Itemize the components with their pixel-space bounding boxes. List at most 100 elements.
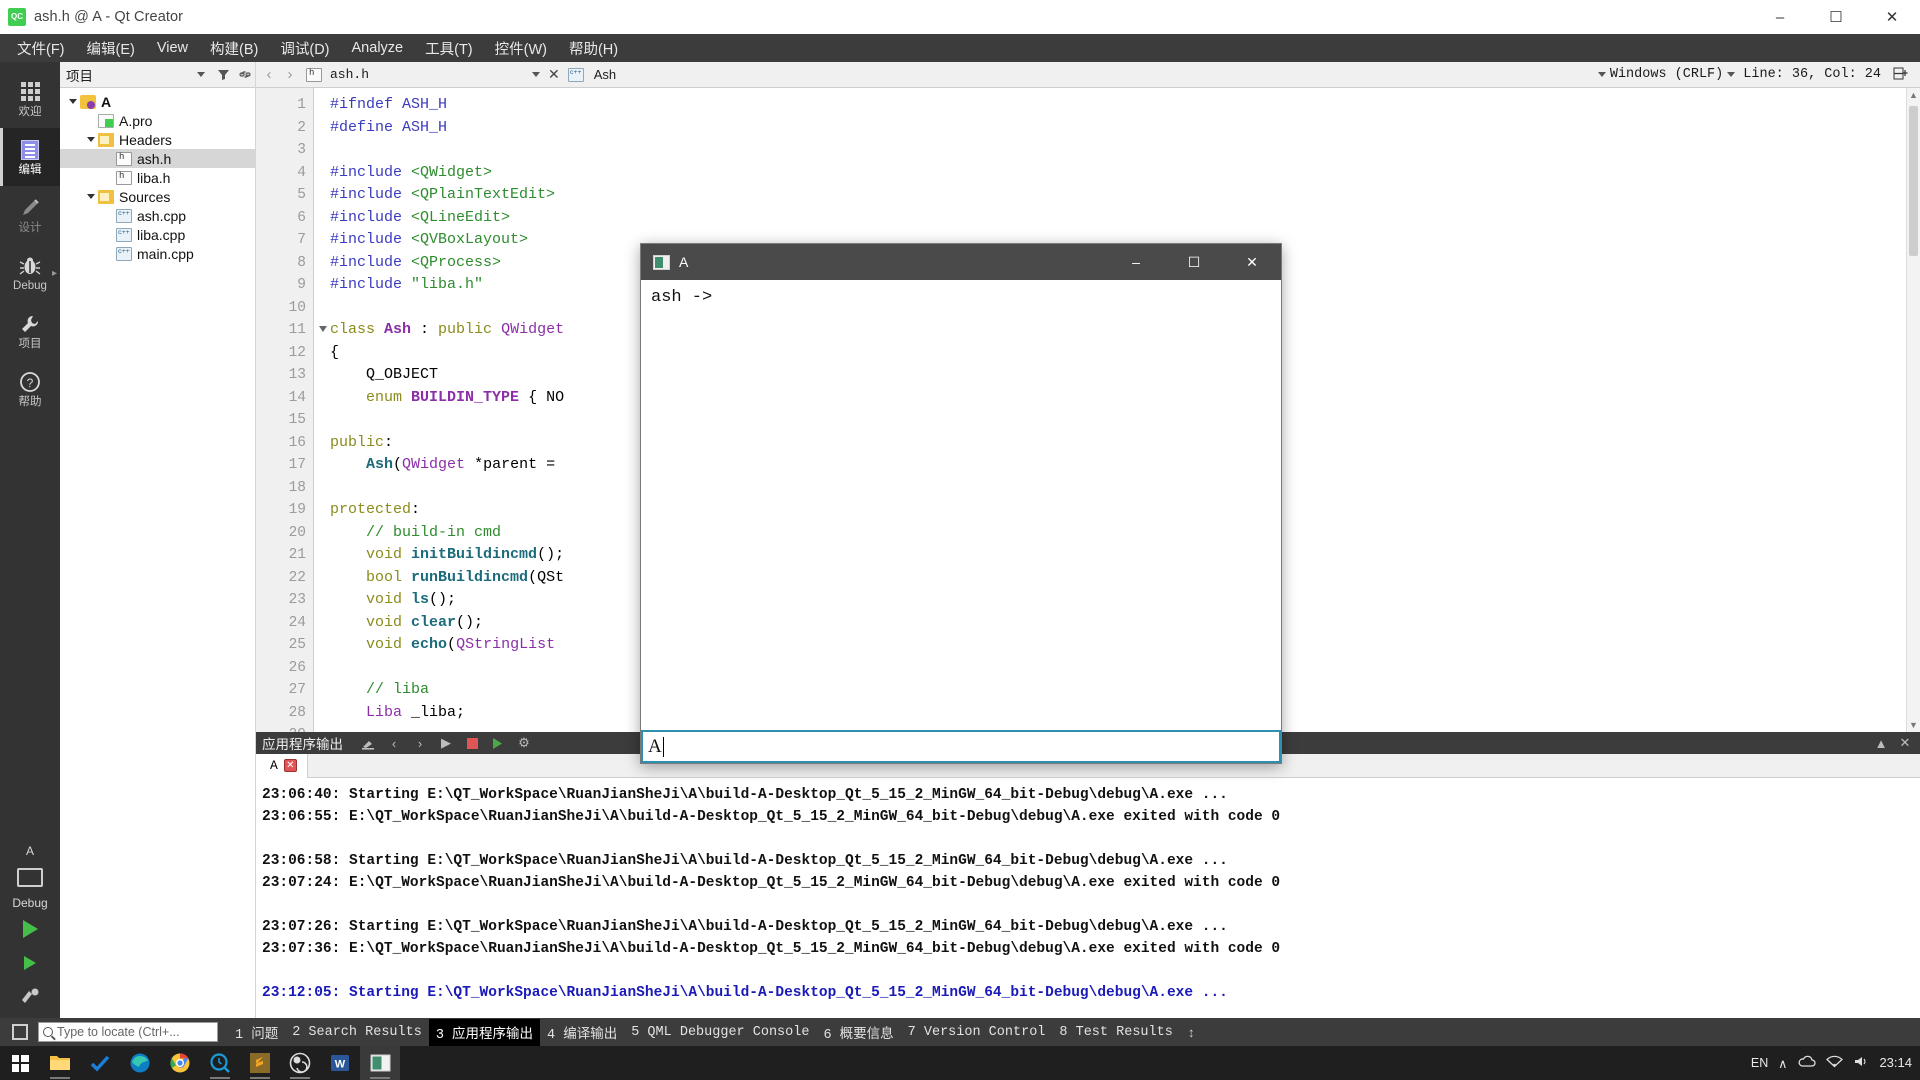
app-close-button[interactable]: ✕ (1223, 244, 1281, 280)
project-tree[interactable]: A A.pro Headers ash.h liba.h Sources ash.cpp li… (60, 88, 255, 1018)
chevron-down-icon[interactable] (1727, 72, 1736, 77)
scroll-up-icon[interactable]: ▲ (1907, 88, 1920, 102)
next-item-icon[interactable]: › (409, 733, 431, 753)
mode-edit[interactable]: 编辑 (0, 128, 60, 186)
tree-item-liba-h[interactable]: liba.h (60, 168, 255, 187)
editor-vertical-scrollbar[interactable]: ▲ ▼ (1906, 88, 1920, 732)
taskbar-quicklook[interactable] (200, 1046, 240, 1080)
tree-item-headers[interactable]: Headers (60, 130, 255, 149)
status-tab-qml-debugger[interactable]: 5 QML Debugger Console (624, 1022, 816, 1043)
clear-output-icon[interactable] (357, 733, 379, 753)
status-tab-app-output[interactable]: 3 应用程序输出 (428, 1018, 541, 1046)
status-tab-test-results[interactable]: 8 Test Results (1052, 1022, 1179, 1043)
filter-icon[interactable] (213, 65, 233, 85)
tree-item-a-pro[interactable]: A.pro (60, 111, 255, 130)
mode-projects[interactable]: 项目 (0, 302, 60, 360)
tree-item-liba-cpp[interactable]: liba.cpp (60, 225, 255, 244)
menu-help[interactable]: 帮助(H) (558, 35, 629, 62)
tray-clock[interactable]: 23:14 (1879, 1055, 1912, 1070)
mode-help[interactable]: ? 帮助 (0, 360, 60, 418)
menu-edit[interactable]: 编辑(E) (76, 35, 146, 62)
console-output[interactable]: ash -> I (641, 280, 1281, 754)
tray-volume-icon[interactable] (1853, 1055, 1869, 1071)
status-tab-version-control[interactable]: 7 Version Control (901, 1022, 1053, 1043)
prev-item-icon[interactable]: ‹ (383, 733, 405, 753)
taskbar-edge[interactable] (120, 1046, 160, 1080)
mode-welcome[interactable]: 欢迎 (0, 70, 60, 128)
play-icon[interactable]: ▶ (435, 733, 457, 753)
taskbar-word[interactable]: W (320, 1046, 360, 1080)
stop-icon[interactable] (461, 733, 483, 753)
taskbar-sublime[interactable] (240, 1046, 280, 1080)
tree-item-sources[interactable]: Sources (60, 187, 255, 206)
chevron-down-icon[interactable] (84, 137, 98, 142)
build-button[interactable] (13, 980, 47, 1014)
minimize-button[interactable]: – (1752, 0, 1808, 34)
open-file-combobox[interactable]: ash.h (330, 67, 540, 82)
tree-item-main-cpp[interactable]: main.cpp (60, 244, 255, 263)
menu-view[interactable]: View (146, 37, 199, 59)
target-selector-button[interactable] (13, 860, 47, 894)
app-maximize-button[interactable]: ☐ (1165, 244, 1223, 280)
status-tab-issues[interactable]: 1 问题 (228, 1019, 285, 1046)
status-tab-general-messages[interactable]: 6 概要信息 (816, 1019, 900, 1046)
command-input[interactable]: A (641, 730, 1281, 763)
chevron-down-icon[interactable] (66, 99, 80, 104)
tray-chevron-icon[interactable]: ∧ (1778, 1056, 1787, 1071)
link-with-editor-icon[interactable] (235, 65, 255, 85)
menu-build[interactable]: 构建(B) (199, 35, 269, 62)
chevron-down-icon[interactable] (1597, 72, 1606, 77)
fold-marker-icon[interactable] (319, 326, 327, 332)
nav-forward-icon[interactable]: › (281, 66, 299, 83)
tree-item-a[interactable]: A (60, 92, 255, 111)
panel-dropdown-button[interactable] (191, 65, 211, 85)
pane-toggle-icon[interactable]: ↕ (1188, 1025, 1195, 1040)
menu-window[interactable]: 控件(W) (484, 35, 558, 62)
chevron-down-icon[interactable] (84, 194, 98, 199)
locator-input[interactable]: Type to locate (Ctrl+... (38, 1022, 218, 1042)
tree-item-ash-h[interactable]: ash.h (60, 149, 255, 168)
code-token: #include (330, 163, 412, 181)
mode-design[interactable]: 设计 (0, 186, 60, 244)
status-tab-search-results[interactable]: 2 Search Results (285, 1022, 429, 1043)
status-tab-compile-output[interactable]: 4 编译输出 (540, 1019, 624, 1046)
command-input-value: A (648, 735, 662, 757)
tree-item-ash-cpp[interactable]: ash.cpp (60, 206, 255, 225)
app-minimize-button[interactable]: – (1107, 244, 1165, 280)
close-document-button[interactable]: ✕ (543, 66, 565, 83)
taskbar-todo[interactable] (80, 1046, 120, 1080)
output-run-tab-close[interactable]: ✕ (283, 759, 297, 772)
tray-network-icon[interactable] (1826, 1055, 1844, 1071)
taskbar-start[interactable] (0, 1046, 40, 1080)
tree-item-label: A.pro (119, 112, 153, 129)
menu-file[interactable]: 文件(F) (6, 35, 76, 62)
run-button[interactable] (13, 912, 47, 946)
split-editor-icon[interactable] (1885, 67, 1916, 83)
mode-debug[interactable]: Debug ▸ (0, 244, 60, 302)
close-button[interactable]: ✕ (1864, 0, 1920, 34)
output-run-tab[interactable]: A ✕ (256, 753, 308, 778)
maximize-pane-icon[interactable]: ▲ (1870, 733, 1892, 753)
line-ending-selector[interactable]: Windows (CRLF) (1610, 67, 1723, 82)
maximize-button[interactable]: ☐ (1808, 0, 1864, 34)
run-in-terminal-icon[interactable] (487, 733, 509, 753)
symbol-combobox[interactable]: Ash (567, 67, 1595, 82)
menu-debug[interactable]: 调试(D) (269, 35, 340, 62)
settings-gear-icon[interactable]: ⚙ (513, 733, 535, 753)
nav-back-icon[interactable]: ‹ (260, 66, 278, 83)
tray-language[interactable]: EN (1751, 1056, 1768, 1070)
app-window-a[interactable]: A – ☐ ✕ ash -> I A (640, 243, 1282, 764)
taskbar-qtcreator[interactable] (360, 1046, 400, 1080)
taskbar-obs[interactable] (280, 1046, 320, 1080)
tray-onedrive-icon[interactable] (1797, 1055, 1817, 1071)
toggle-sidebar-icon[interactable] (12, 1024, 28, 1040)
taskbar-explorer[interactable] (40, 1046, 80, 1080)
close-pane-icon[interactable]: ✕ (1894, 733, 1916, 753)
scroll-down-icon[interactable]: ▼ (1907, 718, 1920, 732)
scrollbar-thumb[interactable] (1909, 106, 1918, 256)
debug-button[interactable] (13, 946, 47, 980)
output-log[interactable]: 23:06:40: Starting E:\QT_WorkSpace\RuanJ… (256, 778, 1920, 1018)
taskbar-chrome[interactable] (160, 1046, 200, 1080)
menu-analyze[interactable]: Analyze (341, 37, 415, 59)
menu-tools[interactable]: 工具(T) (414, 35, 484, 62)
